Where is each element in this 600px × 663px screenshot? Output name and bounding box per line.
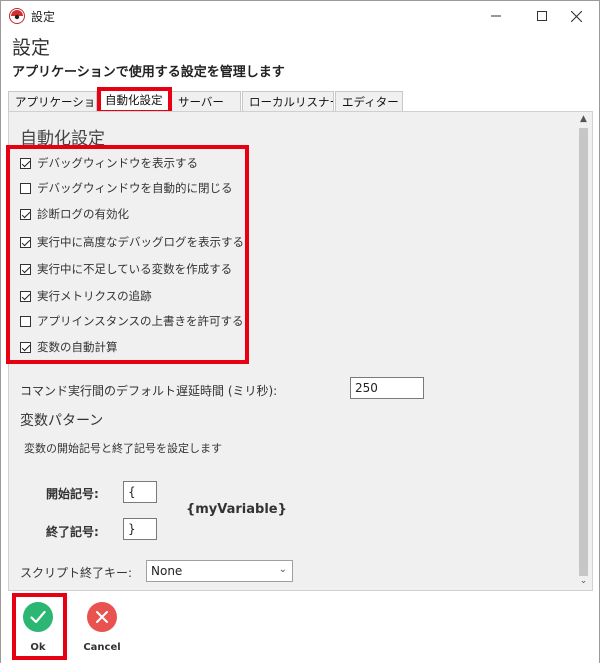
tab-editor[interactable]: エディター [335,91,403,111]
app-logo-icon [9,8,25,24]
delay-input[interactable]: 250 [350,377,424,399]
scrollbar-thumb[interactable] [579,128,588,576]
dialog-footer: Ok Cancel [1,593,599,663]
title-bar: 設定 [1,1,599,31]
start-symbol-label: 開始記号: [46,487,99,501]
tab-highlight-frame [97,87,172,114]
tab-application[interactable]: アプリケーション [8,91,97,111]
variable-example: {myVariable} [186,502,287,517]
script-end-key-select[interactable]: None ⌄ [146,560,293,582]
close-icon [570,10,582,22]
settings-window: 設定 設定 アプリケーションで使用する設定を管理します アプリケーション 自動化… [0,0,600,663]
end-symbol-label: 終了記号: [46,525,99,539]
end-symbol-input[interactable]: } [123,518,157,540]
page-subtitle: アプリケーションで使用する設定を管理します [12,65,285,80]
close-button[interactable] [553,1,599,31]
tab-local-listener[interactable]: ローカルリスナー [242,91,334,111]
vertical-scrollbar[interactable]: ▲ ⌄ [575,112,592,590]
page-title: 設定 [12,37,51,59]
variable-pattern-title: 変数パターン [20,413,104,429]
script-end-key-value: None [151,564,183,578]
scroll-down-arrow-icon[interactable]: ⌄ [578,576,589,588]
tab-server[interactable]: サーバー [171,91,241,111]
delay-label: コマンド実行間のデフォルト遅延時間 (ミリ秒): [20,384,278,398]
cancel-button[interactable]: Cancel [76,596,128,656]
script-end-key-label: スクリプト終了キー: [20,566,133,580]
start-symbol-input[interactable]: { [123,481,157,503]
chevron-down-icon: ⌄ [278,564,287,575]
options-highlight-frame [6,145,249,364]
minimize-icon [491,15,501,17]
ok-highlight-frame [12,593,67,660]
window-title: 設定 [31,10,56,24]
cancel-x-icon [87,602,117,632]
variable-pattern-description: 変数の開始記号と終了記号を設定します [24,442,222,455]
maximize-icon [537,11,547,21]
scroll-up-arrow-icon[interactable]: ▲ [578,114,589,126]
cancel-label: Cancel [83,642,121,653]
minimize-button[interactable] [473,1,519,31]
